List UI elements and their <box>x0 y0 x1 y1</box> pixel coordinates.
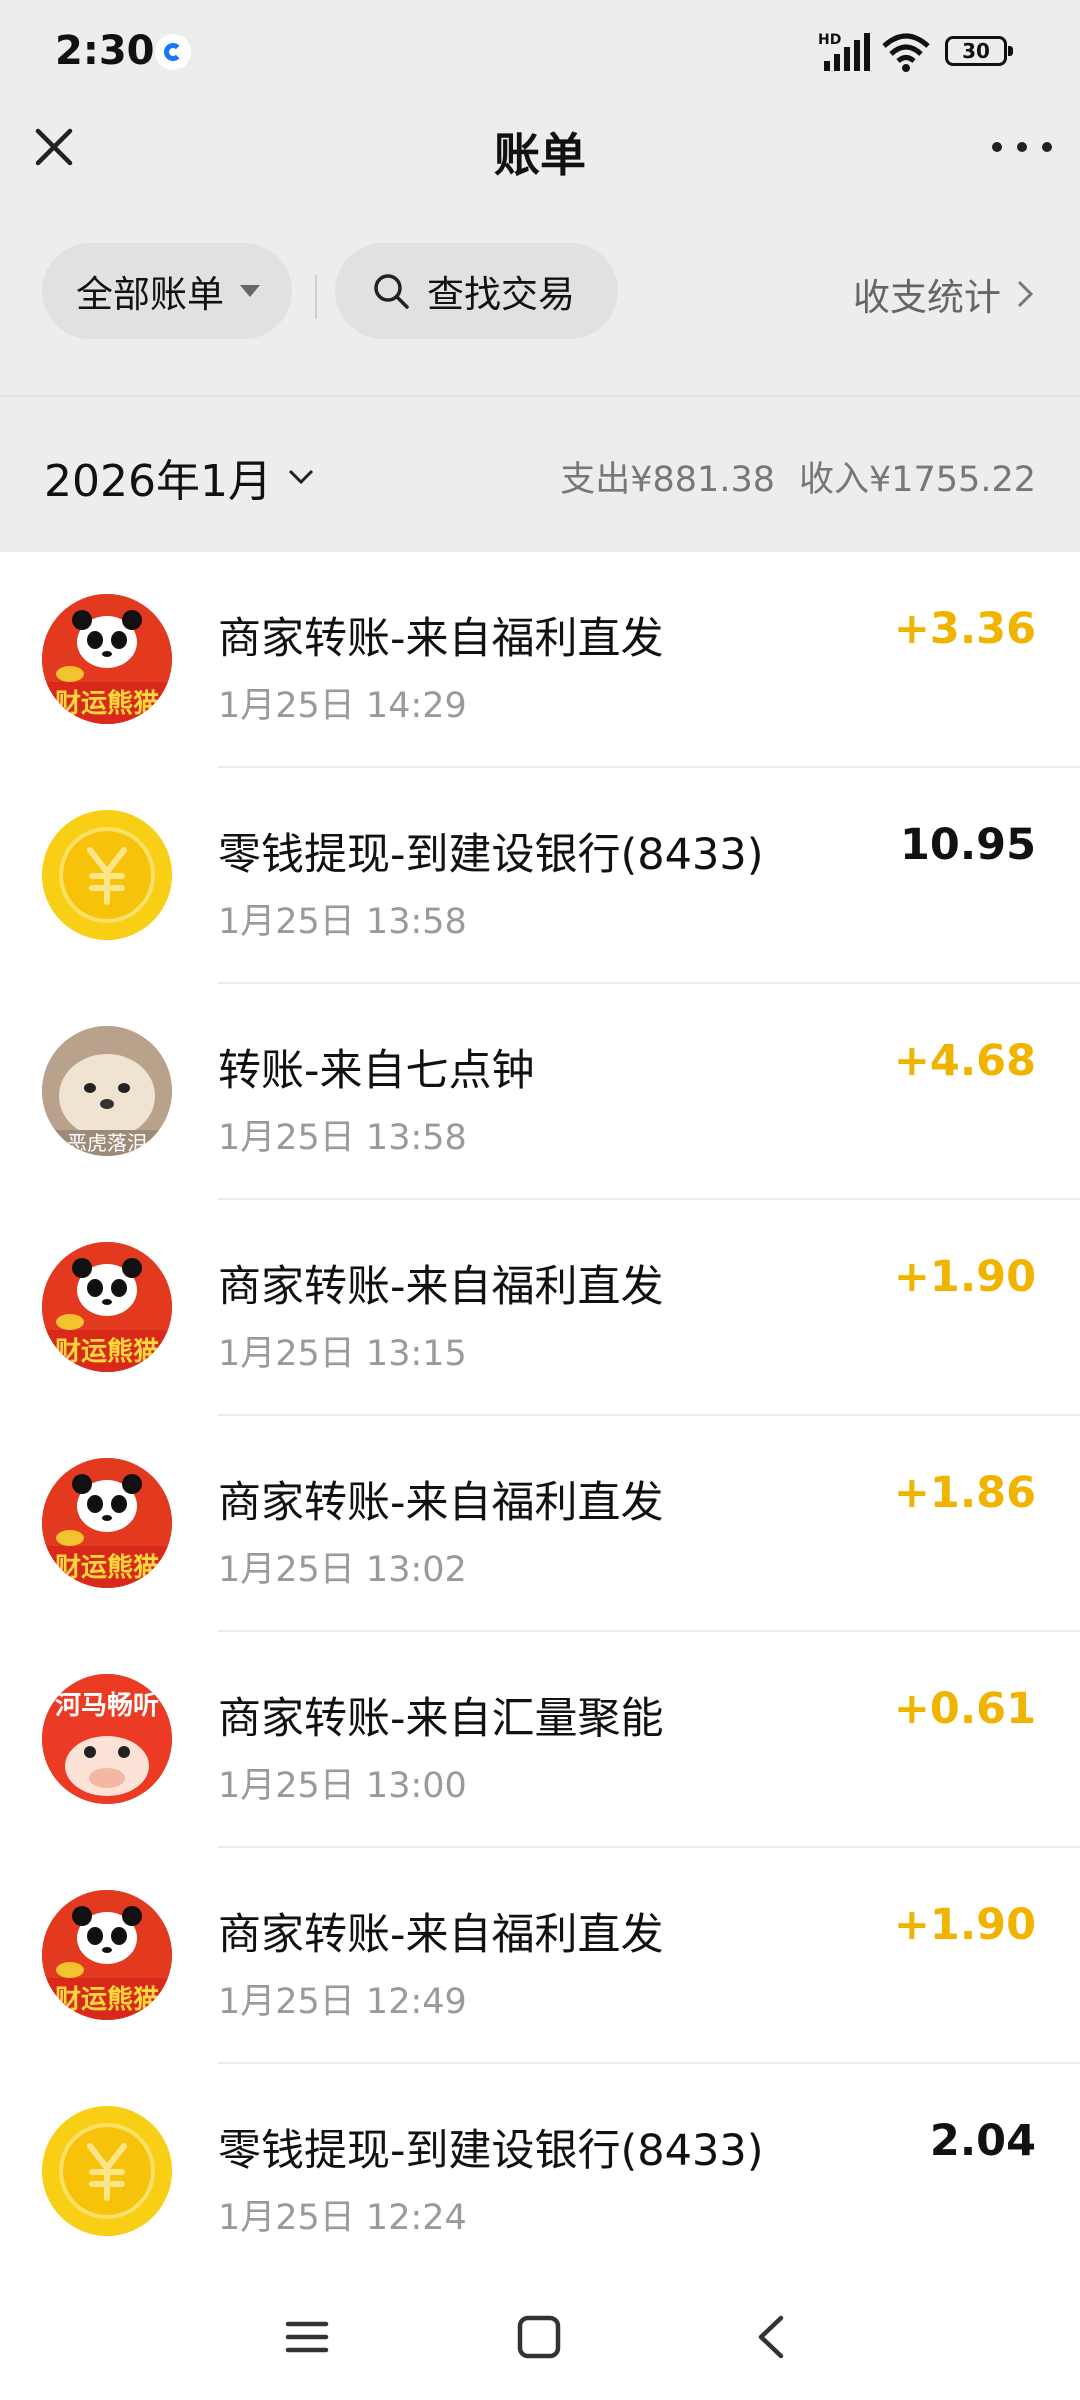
top-area: 2:30 HD 30 账单 全部账单 查找交易 收支统计 <box>0 0 1080 395</box>
transaction-time: 1月25日 12:49 <box>218 1982 467 2022</box>
stats-label: 收支统计 <box>853 276 1001 319</box>
transaction-title: 商家转账-来自福利直发 <box>218 1478 664 1528</box>
transaction-time: 1月25日 13:02 <box>218 1550 467 1590</box>
hippo-logo-icon: 河马畅听 <box>42 1674 172 1804</box>
svg-text:财运熊猫: 财运熊猫 <box>55 1552 159 1583</box>
transaction-row[interactable]: 财运熊猫 商家转账-来自福利直发 1月25日 13:02 +1.86 <box>0 1416 1080 1632</box>
status-bar: 2:30 HD 30 <box>0 0 1080 105</box>
dog-photo-avatar: 恶虎落泪 <box>42 1026 172 1156</box>
transaction-time: 1月25日 14:29 <box>218 686 467 726</box>
transaction-row[interactable]: 恶虎落泪 转账-来自七点钟 1月25日 13:58 +4.68 <box>0 984 1080 1200</box>
chevron-down-icon <box>288 469 314 485</box>
transaction-amount: +4.68 <box>893 1036 1036 1086</box>
yuan-coin-avatar <box>42 2106 172 2236</box>
transaction-title: 商家转账-来自汇量聚能 <box>218 1694 664 1744</box>
dropdown-caret-icon <box>240 285 260 297</box>
transaction-title: 转账-来自七点钟 <box>218 1046 535 1096</box>
transaction-amount: +3.36 <box>893 604 1036 654</box>
income-expense-stats-link[interactable]: 收支统计 <box>853 267 1035 321</box>
system-navigation-bar <box>0 2270 1080 2400</box>
panda-logo-avatar: 财运熊猫 <box>42 1242 172 1372</box>
expense-total: 支出¥881.38 <box>560 460 775 500</box>
transaction-row[interactable]: 财运熊猫 商家转账-来自福利直发 1月25日 12:49 +1.90 <box>0 1848 1080 2064</box>
svg-text:恶虎落泪: 恶虎落泪 <box>67 1131 147 1155</box>
transaction-amount: +0.61 <box>893 1684 1036 1734</box>
transaction-time: 1月25日 12:24 <box>218 2198 467 2238</box>
search-transactions-button[interactable]: 查找交易 <box>335 243 618 339</box>
transaction-amount: +1.90 <box>893 1252 1036 1302</box>
battery-icon: 30 <box>945 36 1013 66</box>
transaction-row[interactable]: 财运熊猫 商家转账-来自福利直发 1月25日 14:29 +3.36 <box>0 552 1080 768</box>
more-icon[interactable] <box>992 127 1052 167</box>
home-icon[interactable] <box>512 2310 566 2364</box>
month-label: 2026年1月 <box>44 456 272 507</box>
search-label: 查找交易 <box>427 273 575 316</box>
panda-logo-avatar: 财运熊猫 <box>42 1890 172 2020</box>
back-icon[interactable] <box>745 2310 799 2364</box>
transaction-time: 1月25日 13:58 <box>218 902 467 942</box>
transaction-time: 1月25日 13:00 <box>218 1766 467 1806</box>
chevron-right-icon <box>1017 280 1034 308</box>
panda-logo-avatar: 财运熊猫 <box>42 594 172 724</box>
transaction-title: 商家转账-来自福利直发 <box>218 1262 664 1312</box>
transaction-title: 零钱提现-到建设银行(8433) <box>218 830 764 880</box>
panda-logo-icon: 财运熊猫 <box>42 1890 172 2020</box>
page-title: 账单 <box>494 128 586 182</box>
svg-text:财运熊猫: 财运熊猫 <box>55 1984 159 2015</box>
panda-logo-avatar: 财运熊猫 <box>42 1458 172 1588</box>
hippo-logo-avatar: 河马畅听 <box>42 1674 172 1804</box>
month-selector[interactable]: 2026年1月 <box>44 445 316 509</box>
transaction-amount: +1.90 <box>893 1900 1036 1950</box>
status-time: 2:30 <box>55 28 155 74</box>
divider <box>315 275 317 319</box>
transaction-time: 1月25日 13:15 <box>218 1334 467 1374</box>
yuan-coin-icon <box>42 2106 172 2236</box>
income-total: 收入¥1755.22 <box>798 460 1036 500</box>
filter-row: 全部账单 查找交易 收支统计 <box>0 195 1080 345</box>
yuan-coin-icon <box>42 810 172 940</box>
panda-logo-icon: 财运熊猫 <box>42 1242 172 1372</box>
svg-text:财运熊猫: 财运熊猫 <box>55 1336 159 1367</box>
svg-text:财运熊猫: 财运熊猫 <box>55 688 159 719</box>
all-bills-filter-button[interactable]: 全部账单 <box>42 243 292 339</box>
search-icon <box>374 274 409 309</box>
transaction-amount: 2.04 <box>929 2116 1036 2166</box>
transaction-row[interactable]: 河马畅听 商家转账-来自汇量聚能 1月25日 13:00 +0.61 <box>0 1632 1080 1848</box>
transaction-title: 商家转账-来自福利直发 <box>218 1910 664 1960</box>
recent-apps-icon[interactable] <box>280 2310 334 2364</box>
transaction-amount: +1.86 <box>893 1468 1036 1518</box>
transaction-list: 财运熊猫 商家转账-来自福利直发 1月25日 14:29 +3.36 零钱提现-… <box>0 552 1080 2280</box>
panda-logo-icon: 财运熊猫 <box>42 1458 172 1588</box>
yuan-coin-avatar <box>42 810 172 940</box>
app: 2:30 HD 30 账单 全部账单 查找交易 收支统计 2026年1月 支出¥… <box>0 0 1080 2400</box>
all-bills-label: 全部账单 <box>76 273 224 316</box>
wifi-icon <box>882 33 930 72</box>
transaction-title: 商家转账-来自福利直发 <box>218 614 664 664</box>
svg-text:河马畅听: 河马畅听 <box>55 1691 159 1721</box>
dog-photo-icon: 恶虎落泪 <box>42 1026 172 1156</box>
month-summary-bar: 2026年1月 支出¥881.38 收入¥1755.22 <box>0 395 1080 552</box>
transaction-row[interactable]: 零钱提现-到建设银行(8433) 1月25日 12:24 2.04 <box>0 2064 1080 2280</box>
notification-app-icon <box>155 34 191 70</box>
transaction-amount: 10.95 <box>899 820 1036 870</box>
transaction-time: 1月25日 13:58 <box>218 1118 467 1158</box>
signal-icon <box>824 33 870 71</box>
transaction-row[interactable]: 财运熊猫 商家转账-来自福利直发 1月25日 13:15 +1.90 <box>0 1200 1080 1416</box>
transaction-row[interactable]: 零钱提现-到建设银行(8433) 1月25日 13:58 10.95 <box>0 768 1080 984</box>
month-totals: 支出¥881.38 收入¥1755.22 <box>560 451 1036 502</box>
nav-bar: 账单 <box>0 105 1080 195</box>
transaction-title: 零钱提现-到建设银行(8433) <box>218 2126 764 2176</box>
panda-logo-icon: 财运熊猫 <box>42 594 172 724</box>
